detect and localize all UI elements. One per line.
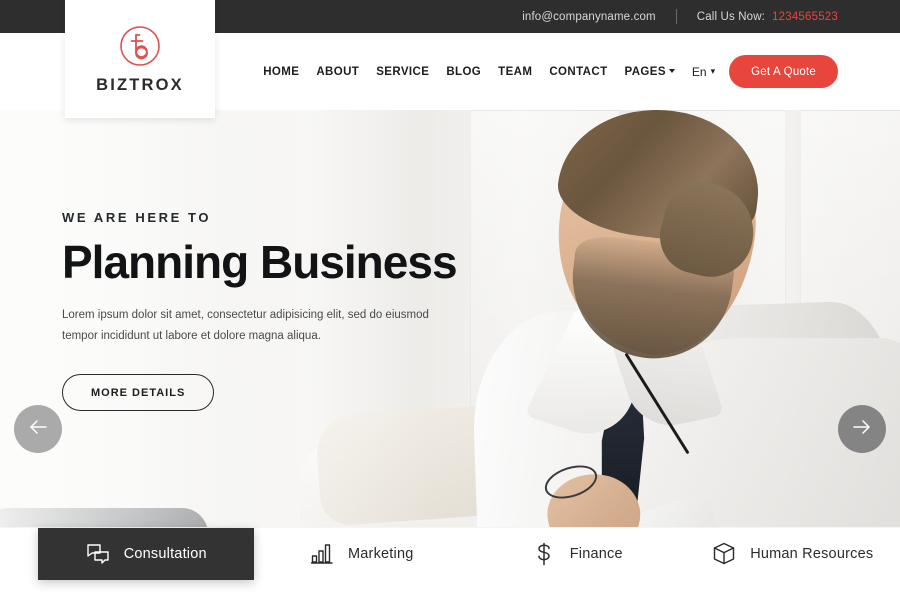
service-tab-consultation[interactable]: Consultation	[38, 528, 254, 580]
service-label: Finance	[569, 546, 623, 562]
nav-item-about[interactable]: ABOUT	[316, 66, 359, 78]
nav-item-pages-label: PAGES	[624, 65, 666, 78]
brand-logo[interactable]: BIZTROX	[65, 0, 215, 118]
caret-down-icon	[668, 69, 675, 74]
service-tab-finance[interactable]: Finance	[469, 528, 685, 580]
service-label: Human Resources	[750, 546, 874, 562]
get-a-quote-button[interactable]: Get A Quote	[729, 55, 838, 88]
hero-copy: WE ARE HERE TO Planning Business Lorem i…	[62, 210, 492, 412]
call-us-label: Call Us Now:	[696, 10, 766, 23]
arrow-right-icon	[850, 415, 874, 444]
service-tab-human-resources[interactable]: Human Resources	[685, 528, 900, 580]
service-label: Marketing	[348, 546, 414, 562]
biztrox-monogram-icon	[118, 24, 162, 68]
hero-eyebrow: WE ARE HERE TO	[62, 210, 212, 225]
service-tab-marketing[interactable]: Marketing	[254, 528, 470, 580]
service-tabs-bar: Consultation Marketing Finance Human Res…	[0, 527, 900, 600]
carousel-prev-button[interactable]	[14, 405, 62, 453]
dollar-sign-icon	[531, 541, 557, 567]
bar-chart-icon	[309, 541, 335, 567]
nav-item-team[interactable]: TEAM	[498, 66, 532, 78]
carousel-next-button[interactable]	[838, 405, 886, 453]
nav-item-service[interactable]: SERVICE	[376, 66, 429, 78]
service-label: Consultation	[123, 546, 207, 562]
hero-description: Lorem ipsum dolor sit amet, consectetur …	[62, 308, 429, 343]
box-icon	[711, 541, 737, 567]
brand-name: BIZTROX	[96, 75, 184, 94]
arrow-left-icon	[26, 415, 50, 444]
hero-title: Planning Business	[62, 236, 458, 288]
phone-number[interactable]: 1234565523	[772, 11, 838, 23]
nav-links: HOME ABOUT SERVICE BLOG TEAM CONTACT PAG…	[263, 55, 838, 88]
topbar-divider	[675, 9, 677, 24]
top-bar-contact: info@companyname.com Call Us Now: 123456…	[522, 9, 838, 24]
nav-item-contact[interactable]: CONTACT	[549, 66, 607, 78]
language-label: En	[691, 64, 707, 79]
chat-bubble-icon	[85, 541, 111, 567]
nav-item-home[interactable]: HOME	[263, 66, 299, 78]
email-link[interactable]: info@companyname.com	[522, 11, 656, 23]
nav-item-pages[interactable]: PAGES	[625, 66, 675, 78]
more-details-button[interactable]: MORE DETAILS	[62, 374, 215, 412]
nav-item-blog[interactable]: BLOG	[446, 66, 481, 78]
language-selector[interactable]: En ▾	[692, 65, 715, 79]
chevron-down-icon: ▾	[710, 66, 716, 76]
